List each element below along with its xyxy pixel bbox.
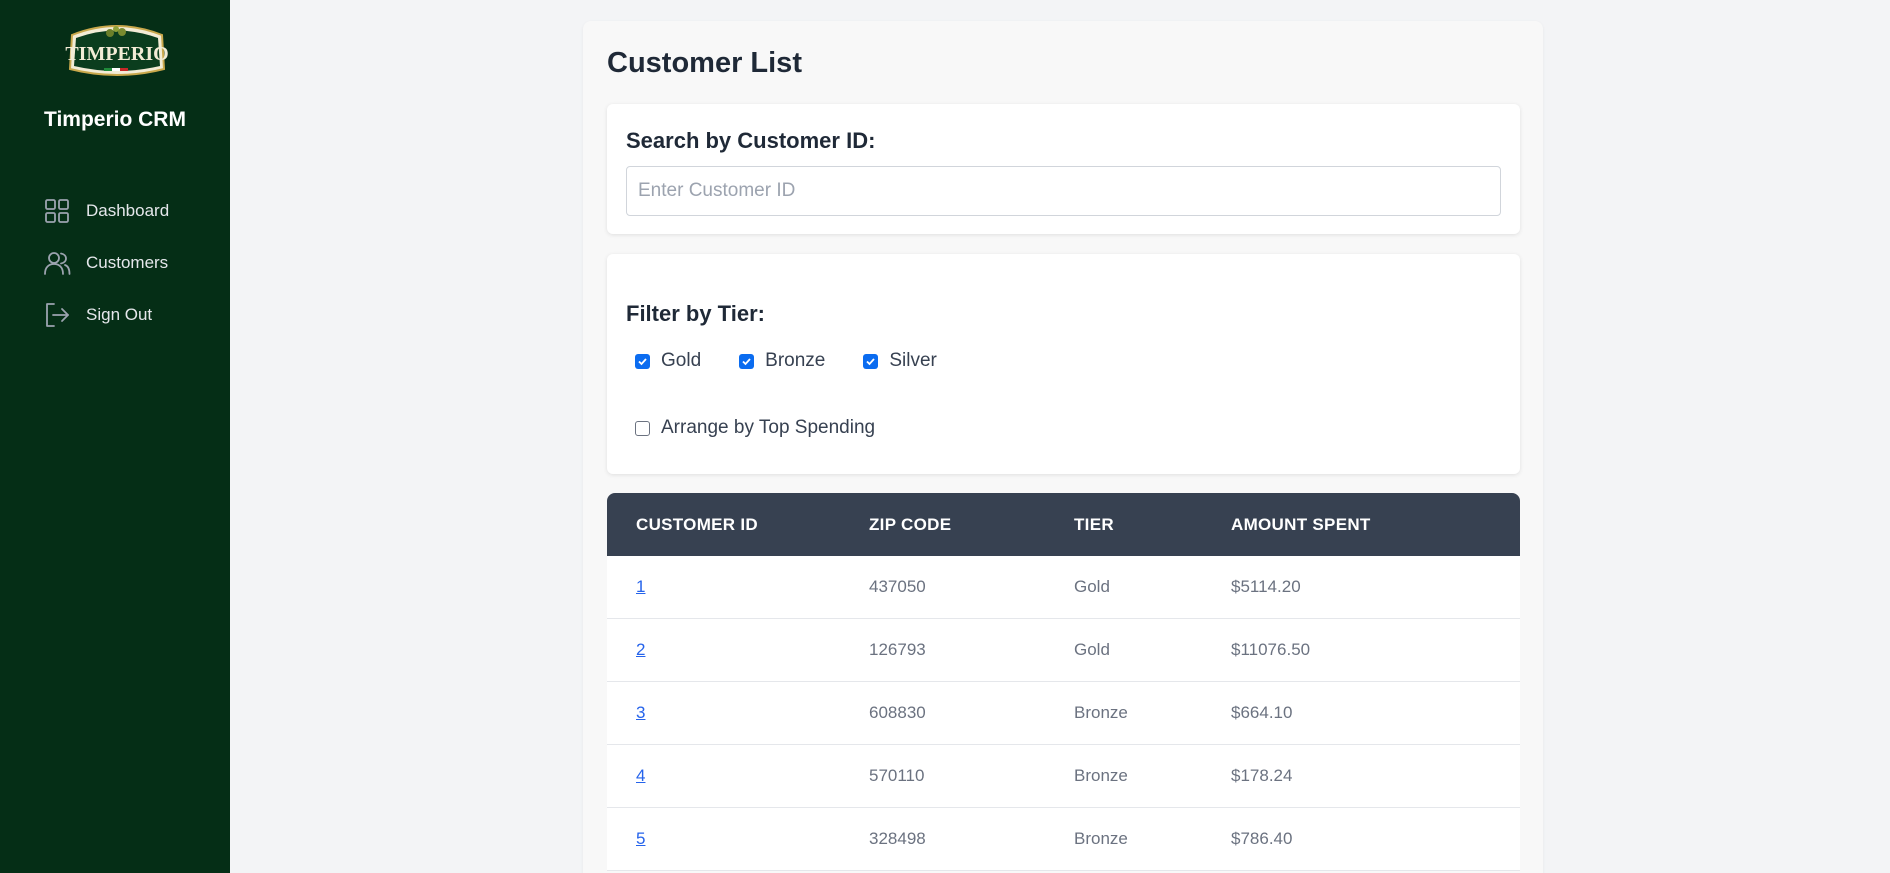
amount-cell: $664.10 bbox=[1231, 703, 1293, 722]
header-amount-spent: AMOUNT SPENT bbox=[1231, 514, 1371, 534]
customer-id-link[interactable]: 1 bbox=[636, 577, 645, 596]
checkbox-checked-icon[interactable] bbox=[739, 353, 755, 369]
customer-id-link[interactable]: 4 bbox=[636, 766, 645, 785]
sidebar-item-sign-out[interactable]: Sign Out bbox=[42, 289, 169, 341]
dashboard-grid-icon bbox=[42, 196, 72, 226]
tier-silver-checkbox[interactable]: Silver bbox=[863, 350, 937, 372]
tier-cell: Gold bbox=[1074, 640, 1110, 659]
zip-cell: 328498 bbox=[869, 829, 926, 848]
arrange-label: Arrange by Top Spending bbox=[661, 417, 876, 438]
zip-cell: 608830 bbox=[869, 703, 926, 722]
sidebar-item-label: Customers bbox=[86, 253, 169, 272]
customer-id-link[interactable]: 2 bbox=[636, 640, 645, 659]
table-row: 4 570110 Bronze $178.24 bbox=[607, 745, 1520, 808]
amount-cell: $5114.20 bbox=[1231, 577, 1301, 596]
sidebar-nav: Dashboard Customers Sign Out bbox=[42, 185, 169, 341]
tier-silver-label: Silver bbox=[889, 350, 937, 371]
table-row: 3 608830 Bronze $664.10 bbox=[607, 682, 1520, 745]
zip-cell: 126793 bbox=[869, 640, 926, 659]
customer-id-search-input[interactable] bbox=[626, 166, 1501, 216]
svg-text:TIMPERIO: TIMPERIO bbox=[65, 43, 168, 65]
table-header: CUSTOMER ID ZIP CODE TIER AMOUNT SPENT bbox=[607, 493, 1520, 556]
tier-cell: Bronze bbox=[1074, 703, 1128, 722]
sidebar-item-label: Dashboard bbox=[86, 201, 170, 220]
sidebar-item-dashboard[interactable]: Dashboard bbox=[42, 185, 169, 237]
checkbox-unchecked-icon[interactable] bbox=[635, 420, 650, 436]
sidebar-item-customers[interactable]: Customers bbox=[42, 237, 169, 289]
arrange-row: Arrange by Top Spending bbox=[635, 417, 913, 439]
header-zip-code: ZIP CODE bbox=[869, 514, 952, 534]
customer-id-link[interactable]: 5 bbox=[636, 829, 645, 848]
tier-bronze-checkbox[interactable]: Bronze bbox=[739, 350, 825, 372]
table-row: 2 126793 Gold $11076.50 bbox=[607, 619, 1520, 682]
zip-cell: 437050 bbox=[869, 577, 926, 596]
header-customer-id: CUSTOMER ID bbox=[636, 514, 758, 534]
tier-gold-label: Gold bbox=[661, 350, 702, 371]
amount-cell: $786.40 bbox=[1231, 829, 1293, 848]
sidebar: TIMPERIO Timperio CRM Dashboard Customer… bbox=[0, 0, 230, 873]
tier-gold-checkbox[interactable]: Gold bbox=[635, 350, 701, 372]
tier-cell: Gold bbox=[1074, 577, 1110, 596]
search-label: Search by Customer ID: bbox=[626, 128, 876, 153]
tier-cell: Bronze bbox=[1074, 766, 1128, 785]
tier-checkboxes: Gold Bronze Silver bbox=[635, 350, 975, 372]
search-panel: Search by Customer ID: bbox=[607, 104, 1520, 234]
table-row: 5 328498 Bronze $786.40 bbox=[607, 808, 1520, 871]
zip-cell: 570110 bbox=[869, 766, 925, 785]
app-name: Timperio CRM bbox=[44, 108, 186, 131]
amount-cell: $11076.50 bbox=[1231, 640, 1311, 659]
amount-cell: $178.24 bbox=[1231, 766, 1293, 785]
tier-cell: Bronze bbox=[1074, 829, 1128, 848]
checkbox-checked-icon[interactable] bbox=[635, 353, 650, 369]
timperio-logo: TIMPERIO bbox=[60, 21, 174, 80]
tier-bronze-label: Bronze bbox=[765, 350, 826, 371]
sidebar-item-label: Sign Out bbox=[86, 305, 153, 324]
checkbox-checked-icon[interactable] bbox=[863, 353, 879, 369]
arrange-top-spending-checkbox[interactable]: Arrange by Top Spending bbox=[635, 417, 875, 439]
table-row: 1 437050 Gold $5114.20 bbox=[607, 556, 1520, 619]
header-tier: TIER bbox=[1074, 514, 1114, 534]
customer-list-card: Customer List Search by Customer ID: Fil… bbox=[583, 21, 1543, 873]
filter-label: Filter by Tier: bbox=[626, 301, 765, 326]
page-title: Customer List bbox=[607, 47, 802, 79]
customer-table: CUSTOMER ID ZIP CODE TIER AMOUNT SPENT 1… bbox=[607, 493, 1520, 871]
customer-id-link[interactable]: 3 bbox=[636, 703, 645, 722]
filter-panel: Filter by Tier: Gold Bronze Silver Arran… bbox=[607, 254, 1520, 474]
sign-out-icon bbox=[42, 300, 72, 330]
users-icon bbox=[42, 248, 72, 278]
